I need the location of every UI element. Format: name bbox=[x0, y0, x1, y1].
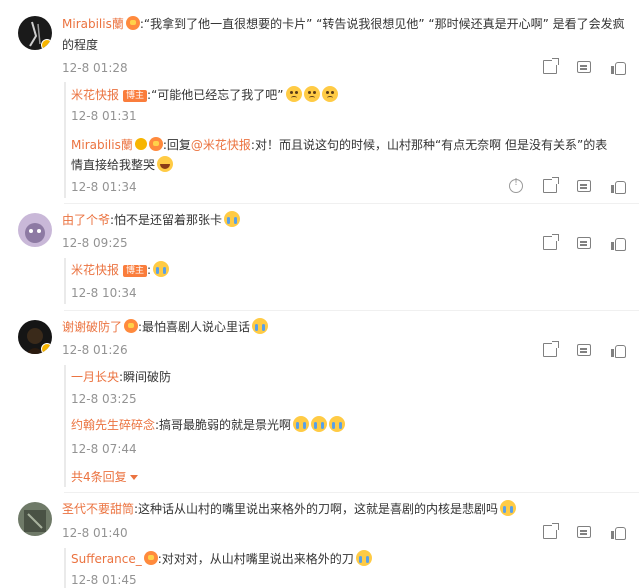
cry-emoji bbox=[355, 550, 372, 566]
timestamp: 12-8 01:26 bbox=[62, 343, 128, 357]
timestamp: 12-8 01:28 bbox=[62, 61, 128, 75]
reply-icon[interactable] bbox=[577, 237, 591, 249]
like-icon[interactable] bbox=[611, 525, 626, 540]
reply-username[interactable]: 米花快报 bbox=[71, 88, 119, 102]
share-icon[interactable] bbox=[543, 177, 559, 193]
reply-text: :搞哥最脆弱的就是景光啊 bbox=[155, 418, 292, 432]
cry-emoji bbox=[293, 416, 310, 432]
timestamp: 12-8 07:44 bbox=[71, 442, 137, 456]
share-icon[interactable] bbox=[543, 523, 559, 539]
cry-emoji bbox=[500, 500, 517, 516]
share-icon[interactable] bbox=[543, 234, 559, 250]
username[interactable]: 谢谢破防了 bbox=[62, 320, 122, 334]
timestamp: 12-8 01:34 bbox=[71, 180, 137, 194]
more-replies-link[interactable]: 共4条回复 bbox=[71, 469, 138, 485]
sad-emoji bbox=[285, 86, 302, 102]
verified-badge-icon bbox=[134, 138, 147, 150]
medal-icon bbox=[124, 319, 139, 333]
cry-emoji bbox=[252, 318, 269, 334]
comment-text: :怕不是还留着那张卡 bbox=[110, 213, 223, 227]
report-icon[interactable] bbox=[509, 177, 523, 193]
reply-thread-bar bbox=[64, 82, 66, 198]
avatar-image bbox=[24, 510, 46, 532]
reply-username[interactable]: Sufferance_ bbox=[71, 552, 142, 566]
reply-text: : bbox=[147, 263, 152, 277]
sad-emoji bbox=[321, 86, 338, 102]
reply-icon[interactable] bbox=[577, 344, 591, 356]
timestamp: 12-8 09:25 bbox=[62, 236, 128, 250]
like-icon[interactable] bbox=[611, 236, 626, 251]
cry-emoji bbox=[329, 416, 346, 432]
comment-text-cont: 的程度 bbox=[62, 38, 99, 52]
like-icon[interactable] bbox=[611, 343, 626, 358]
share-icon[interactable] bbox=[543, 58, 559, 74]
reply-icon[interactable] bbox=[577, 526, 591, 538]
comment-actions bbox=[543, 58, 626, 76]
username[interactable]: 由了个爷 bbox=[62, 213, 110, 227]
cry-emoji bbox=[224, 211, 241, 227]
divider bbox=[64, 310, 639, 311]
medal-icon bbox=[143, 551, 158, 565]
timestamp: 12-8 01:40 bbox=[62, 526, 128, 540]
chevron-down-icon bbox=[129, 475, 138, 480]
username[interactable]: Mirabilis蘭 bbox=[62, 17, 124, 31]
reply-text-cont: 情直接给我整哭 bbox=[71, 158, 156, 172]
reply-username[interactable]: Mirabilis蘭 bbox=[71, 138, 133, 152]
comment-actions bbox=[543, 523, 626, 541]
reply-text: :“可能他已经忘了我了吧” bbox=[147, 88, 284, 102]
reply-actions bbox=[509, 177, 626, 195]
comment-text: :“我拿到了他一直很想要的卡片” “转告说我很想见他” “那时候还真是开心啊” … bbox=[139, 17, 625, 31]
username[interactable]: 圣代不要甜筒 bbox=[62, 502, 134, 516]
like-icon[interactable] bbox=[611, 179, 626, 194]
timestamp: 12-8 01:31 bbox=[71, 109, 137, 123]
avatar[interactable] bbox=[18, 213, 52, 247]
avatar[interactable] bbox=[18, 502, 52, 536]
comment-actions bbox=[543, 234, 626, 252]
avatar[interactable] bbox=[18, 320, 52, 354]
comment-actions bbox=[543, 341, 626, 359]
reply-icon[interactable] bbox=[577, 61, 591, 73]
comment-text: :这种话从山村的嘴里说出来格外的刀啊，这就是喜剧的内核是悲剧吗 bbox=[134, 502, 499, 516]
avatar[interactable] bbox=[18, 16, 52, 50]
reply-username[interactable]: 米花快报 bbox=[71, 263, 119, 277]
share-icon[interactable] bbox=[543, 341, 559, 357]
cry-emoji bbox=[311, 416, 328, 432]
owner-tag: 博主 bbox=[123, 90, 148, 102]
reply-text: :对对对，从山村嘴里说出来格外的刀 bbox=[157, 552, 354, 566]
reply-thread-bar bbox=[64, 548, 66, 588]
owner-tag: 博主 bbox=[123, 265, 148, 277]
cry-emoji bbox=[153, 261, 170, 277]
like-icon[interactable] bbox=[611, 60, 626, 75]
reply-icon[interactable] bbox=[577, 180, 591, 192]
laugh-cry-emoji bbox=[157, 156, 174, 172]
verified-badge-icon bbox=[41, 39, 52, 50]
mention-link[interactable]: @米花快报 bbox=[191, 138, 251, 152]
sad-emoji bbox=[303, 86, 320, 102]
timestamp: 12-8 10:34 bbox=[71, 286, 137, 300]
reply-thread-bar bbox=[64, 258, 66, 304]
divider bbox=[64, 492, 639, 493]
reply-text: :瞬间破防 bbox=[119, 370, 172, 384]
more-replies-label: 共4条回复 bbox=[71, 470, 127, 484]
timestamp: 12-8 03:25 bbox=[71, 392, 137, 406]
medal-icon bbox=[148, 137, 163, 151]
reply-text: :对！而且说这句的时候，山村那种“有点无奈啊 但是没有关系”的表 bbox=[250, 138, 608, 152]
divider bbox=[64, 203, 639, 204]
verified-badge-icon bbox=[41, 343, 52, 354]
timestamp: 12-8 01:45 bbox=[71, 573, 137, 587]
reply-prefix: :回复 bbox=[162, 138, 191, 152]
reply-username[interactable]: 约翰先生碎碎念 bbox=[71, 418, 155, 432]
avatar-image bbox=[25, 223, 45, 243]
medal-icon bbox=[125, 16, 140, 30]
comment-text: :最怕喜剧人说心里话 bbox=[138, 320, 251, 334]
reply-thread-bar bbox=[64, 365, 66, 487]
reply-username[interactable]: 一月长央 bbox=[71, 370, 119, 384]
